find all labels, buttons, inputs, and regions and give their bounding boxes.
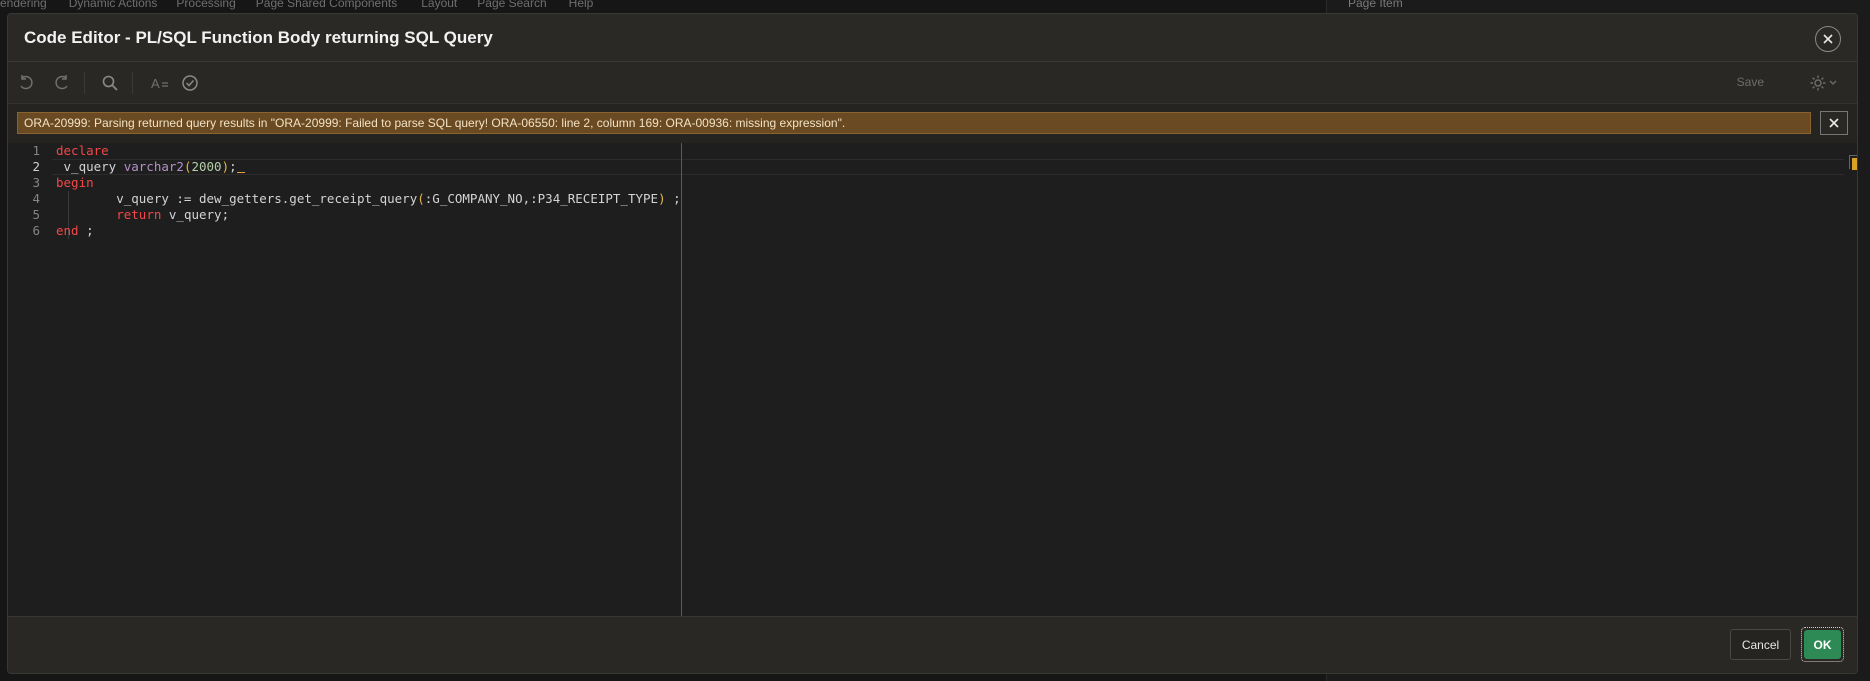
line-number-active: 2 (32, 159, 40, 174)
line-number: 1 (32, 143, 40, 158)
validate-button[interactable] (178, 71, 202, 95)
close-icon (1829, 118, 1839, 128)
toolbar-separator (132, 72, 133, 94)
undo-button[interactable] (14, 71, 38, 95)
keyword-token: end (56, 223, 79, 238)
autocomplete-button[interactable]: A (148, 71, 172, 95)
code-line: end ; (56, 223, 94, 239)
code-line: begin (56, 175, 94, 191)
paren-token: ) (658, 191, 666, 206)
current-line-highlight (52, 159, 1844, 175)
ok-button-focus-ring: OK (1801, 627, 1844, 662)
settings-menu-button[interactable] (1807, 71, 1841, 95)
svg-text:A: A (151, 76, 160, 91)
search-icon (102, 75, 118, 91)
ok-button[interactable]: OK (1804, 630, 1841, 659)
print-margin-ruler (681, 143, 682, 616)
bg-tab-dynamic-actions: Dynamic Actions (68, 0, 158, 10)
gear-icon (1810, 75, 1837, 91)
code-token: v_query := dew_getters.get_receipt_query (56, 191, 418, 206)
error-dismiss-button[interactable] (1820, 111, 1848, 135)
code-editor-area[interactable]: 1 2 3 4 5 6 declare v_query varchar2(200… (8, 143, 1857, 616)
scrollbar-marker[interactable] (1849, 155, 1857, 170)
dialog-header: Code Editor - PL/SQL Function Body retur… (8, 14, 1857, 62)
bg-tab-layout: Layout (421, 0, 458, 10)
bg-tab-page-shared-components: Page Shared Components (255, 0, 398, 10)
line-number: 4 (32, 191, 40, 206)
code-line: v_query := dew_getters.get_receipt_query… (56, 191, 681, 207)
autocomplete-icon: A (151, 76, 168, 91)
code-token: v_query; (161, 207, 230, 222)
dialog-title: Code Editor - PL/SQL Function Body retur… (24, 28, 493, 47)
bg-tab-help: Help (568, 0, 594, 10)
keyword-token: return (116, 207, 162, 222)
code-token: ; (78, 223, 94, 238)
warning-squiggle (236, 167, 245, 173)
redo-button[interactable] (50, 71, 74, 95)
code-line: return v_query; (56, 207, 229, 223)
save-button[interactable]: Save (1737, 75, 1764, 89)
validate-icon (182, 75, 198, 91)
code-token: :G_COMPANY_NO,:P34_RECEIPT_TYPE (424, 191, 659, 206)
number-token: 2000 (191, 159, 222, 174)
code-line: declare (56, 143, 109, 159)
type-token: varchar2 (123, 159, 184, 174)
keyword-token: declare (56, 143, 109, 158)
code-token: ; (665, 191, 681, 206)
background-tab-bar: endering Dynamic Actions Processing Page… (0, 0, 1326, 14)
close-icon (1823, 34, 1833, 44)
dialog-close-button[interactable] (1815, 26, 1841, 52)
line-number-gutter: 1 2 3 4 5 6 (8, 143, 44, 616)
cancel-button[interactable]: Cancel (1730, 629, 1791, 660)
keyword-token: begin (56, 175, 94, 190)
background-panel-title: Page Item (1348, 0, 1403, 10)
code-token: v_query (56, 159, 124, 174)
error-message-bar: ORA-20999: Parsing returned query result… (17, 112, 1811, 134)
bg-tab-page-search: Page Search (477, 0, 547, 10)
dialog-footer: Cancel OK (8, 616, 1857, 673)
toolbar-separator (84, 72, 85, 94)
bg-tab-processing: Processing (176, 0, 236, 10)
bg-tab-rendering: endering (0, 0, 47, 10)
line-number: 5 (32, 207, 40, 222)
line-number: 3 (32, 175, 40, 190)
code-token: ; (229, 159, 237, 174)
redo-icon (55, 75, 68, 90)
search-button[interactable] (98, 71, 122, 95)
paren-token: ( (417, 191, 425, 206)
paren-token: ) (221, 159, 230, 174)
editor-toolbar: A Save (8, 62, 1857, 104)
undo-icon (20, 75, 33, 90)
code-line: v_query varchar2(2000); (56, 159, 245, 175)
line-number: 6 (32, 223, 40, 238)
code-editor-dialog: Code Editor - PL/SQL Function Body retur… (7, 13, 1858, 674)
